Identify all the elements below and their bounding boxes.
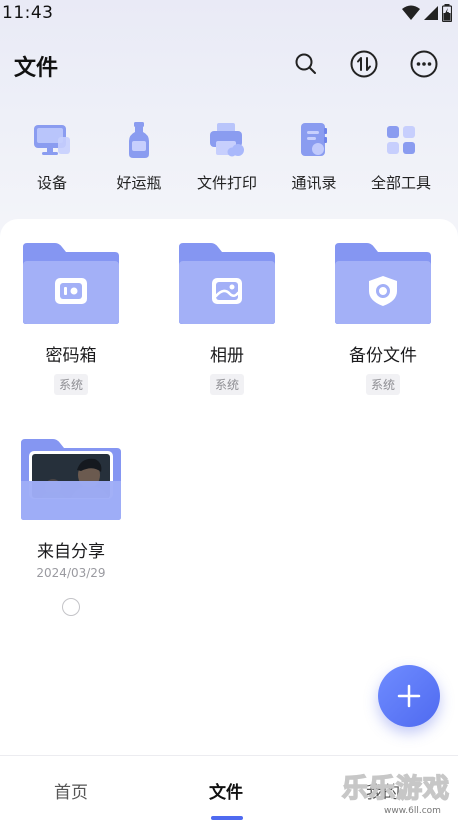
system-badge: 系统 — [209, 374, 244, 395]
grid-icon — [381, 120, 421, 160]
tool-label: 设备 — [36, 174, 67, 192]
safe-icon — [55, 278, 87, 304]
tool-all-tools[interactable]: 全部工具 — [356, 120, 446, 193]
folder-date: 2024/03/29 — [36, 566, 106, 580]
wifi-icon — [402, 5, 420, 20]
select-checkbox[interactable] — [62, 598, 80, 616]
plus-icon — [397, 684, 421, 708]
tool-file-print[interactable]: 文件打印 — [182, 120, 272, 193]
search-button[interactable] — [291, 48, 321, 80]
folder-item-album[interactable]: 相册 系统 — [172, 241, 282, 395]
photo-icon — [212, 278, 242, 304]
tab-home[interactable]: 首页 — [54, 778, 88, 803]
tab-files[interactable]: 文件 — [209, 778, 243, 803]
folder-icon — [335, 243, 431, 324]
active-tab-indicator — [211, 816, 243, 820]
tool-label: 好运瓶 — [116, 174, 162, 192]
folder-name: 来自分享 — [37, 542, 105, 562]
battery-charging-icon — [442, 4, 452, 22]
status-time: 11:43 — [2, 3, 54, 23]
signal-icon — [424, 6, 438, 20]
tool-contacts[interactable]: 通讯录 — [269, 120, 359, 193]
folder-item-backup[interactable]: 备份文件 系统 — [328, 241, 438, 395]
folder-name: 备份文件 — [349, 346, 417, 366]
bottle-icon — [119, 120, 159, 160]
tool-label: 通讯录 — [291, 174, 337, 192]
folder-item-shared[interactable]: 来自分享 2024/03/29 — [16, 437, 126, 616]
system-badge: 系统 — [365, 374, 400, 395]
page-title: 文件 — [14, 56, 59, 81]
transfer-icon — [350, 50, 378, 78]
watermark-url: www.6ll.com — [384, 806, 441, 816]
folder-icon — [23, 243, 119, 324]
printer-icon — [207, 120, 247, 160]
watermark: 乐乐游戏 www.6ll.com — [340, 768, 458, 820]
folder-name: 密码箱 — [45, 346, 97, 366]
folder-icon — [179, 243, 275, 324]
transfer-button[interactable] — [349, 48, 379, 80]
folder-icon — [21, 439, 121, 520]
add-button[interactable] — [378, 665, 440, 727]
system-badge: 系统 — [53, 374, 88, 395]
status-bar: 11:43 — [0, 0, 458, 26]
watermark-text: 乐乐游戏 — [341, 773, 451, 805]
tool-device[interactable]: 设备 — [7, 120, 97, 193]
tool-label: 全部工具 — [370, 174, 431, 192]
folder-item-safe[interactable]: 密码箱 系统 — [16, 241, 126, 395]
more-button[interactable] — [409, 48, 439, 80]
quick-tools: 设备 好运瓶 文件打印 通讯录 全部工具 — [0, 120, 458, 200]
folder-name: 相册 — [210, 346, 244, 366]
tool-label: 文件打印 — [196, 174, 257, 192]
search-icon — [295, 53, 316, 74]
status-icons — [402, 4, 452, 22]
more-icon — [410, 50, 438, 78]
device-icon — [32, 120, 72, 160]
tool-lucky-bottle[interactable]: 好运瓶 — [94, 120, 184, 193]
contacts-icon — [294, 120, 334, 160]
